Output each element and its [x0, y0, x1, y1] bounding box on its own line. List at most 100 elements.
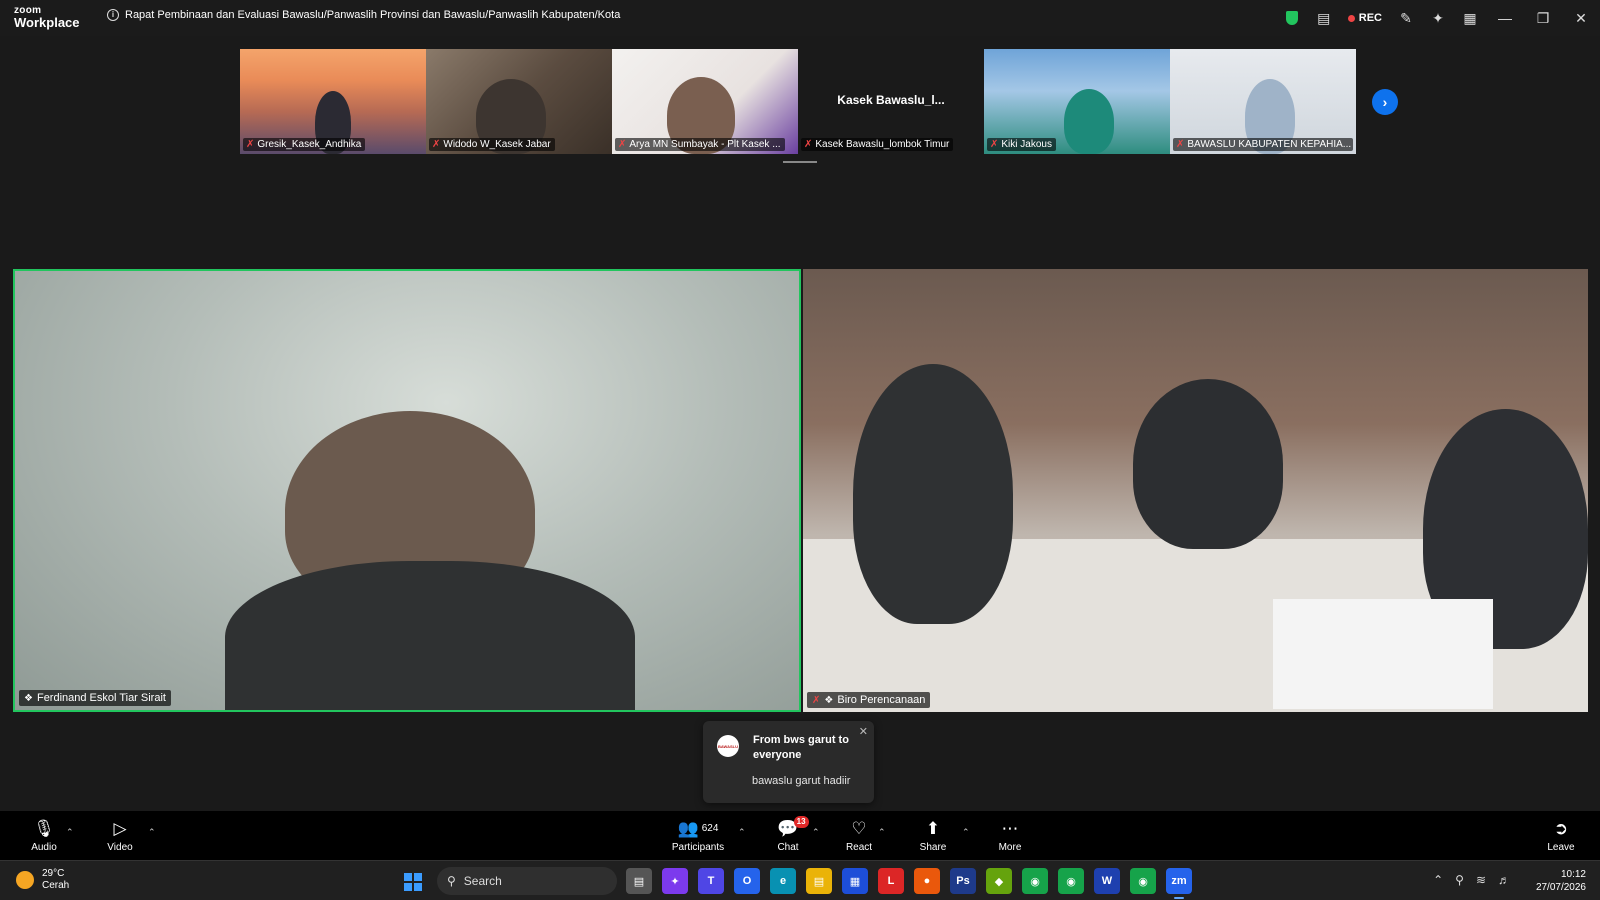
participant-tile[interactable]: ✗ Gresik_Kasek_Andhika: [240, 49, 426, 154]
pin-icon: ❖: [24, 692, 33, 704]
mic-off-icon: ✗: [804, 139, 813, 150]
participant-tile[interactable]: ✗ Widodo W_Kasek Jabar: [426, 49, 612, 154]
audio-button[interactable]: 🎙 Audio: [28, 811, 60, 860]
participant-tile[interactable]: ✗ BAWASLU KABUPATEN KEPAHIA...: [1170, 49, 1356, 154]
network-icon[interactable]: ⚲: [1455, 873, 1464, 887]
file-explorer-icon[interactable]: ▤: [806, 868, 832, 894]
mic-muted-icon: 🎙: [33, 818, 55, 838]
desk-calendar: [1273, 599, 1493, 709]
logo-workplace-text: Workplace: [14, 15, 80, 30]
main-video-tile[interactable]: ✗ ❖ Biro Perencanaan: [803, 269, 1588, 712]
windows-start-icon[interactable]: [404, 873, 422, 891]
chat-notification[interactable]: BAWASLU From bws garut to everyone bawas…: [703, 721, 874, 803]
chat-unread-badge: 13: [793, 815, 809, 828]
sender-avatar: BAWASLU: [717, 735, 739, 757]
mic-off-icon: ✗: [990, 139, 999, 150]
participant-name-tag: ✗ BAWASLU KABUPATEN KEPAHIA...: [1173, 138, 1353, 151]
clock-time: 10:12: [1560, 869, 1586, 880]
notes-icon[interactable]: ▤: [1308, 0, 1340, 36]
store-icon[interactable]: ▦: [842, 868, 868, 894]
participants-count: 624: [701, 823, 719, 834]
participant-tile[interactable]: ✗ Kiki Jakous: [984, 49, 1170, 154]
video-button[interactable]: ▷ Video: [104, 811, 136, 860]
info-icon[interactable]: i: [107, 9, 119, 21]
main-video-tile[interactable]: ❖ Ferdinand Eskol Tiar Sirait: [13, 269, 801, 712]
ai-companion-icon[interactable]: ✦: [1422, 0, 1454, 36]
app-layers-icon[interactable]: ◆: [986, 868, 1012, 894]
camera-icon: ▷: [113, 818, 127, 838]
sun-icon: [16, 871, 34, 889]
app-l-icon[interactable]: L: [878, 868, 904, 894]
video-name-tag: ✗ ❖ Biro Perencanaan: [807, 692, 931, 708]
participant-tile[interactable]: ✗ Arya MN Sumbayak - Plt Kasek ...: [612, 49, 798, 154]
heart-icon: ♡: [851, 818, 867, 838]
participant-tile[interactable]: Kasek Bawaslu_l... ✗ Kasek Bawaslu_lombok…: [798, 49, 984, 154]
taskbar-search[interactable]: ⚲ Search: [437, 867, 617, 895]
video-off-name: Kasek Bawaslu_l...: [837, 93, 945, 107]
title-bar-controls: ▤ REC ✎ ✦ ▦ — ❐ ✕: [1276, 0, 1600, 36]
chevron-up-icon[interactable]: ⌃: [1433, 873, 1443, 887]
taskbar-clock[interactable]: 10:12 27/07/2026: [1536, 868, 1586, 894]
participant-name-tag: ✗ Kiki Jakous: [987, 138, 1056, 151]
toast-message: bawaslu garut hadiir: [752, 775, 851, 787]
photoshop-icon[interactable]: Ps: [950, 868, 976, 894]
rec-label: REC: [1358, 12, 1382, 24]
close-button[interactable]: ✕: [1562, 0, 1600, 36]
leave-button[interactable]: ➲ Leave: [1546, 811, 1576, 860]
video-options-chevron-icon[interactable]: ⌃: [148, 827, 156, 838]
audio-options-chevron-icon[interactable]: ⌃: [66, 827, 74, 838]
participant-name-tag: ✗ Arya MN Sumbayak - Plt Kasek ...: [615, 138, 785, 151]
annotate-icon[interactable]: ✎: [1390, 0, 1422, 36]
share-options-chevron-icon[interactable]: ⌃: [962, 827, 970, 838]
react-button[interactable]: ♡ React: [846, 811, 872, 860]
mic-off-icon: ✗: [1176, 139, 1185, 150]
chrome-icon[interactable]: ◉: [1022, 868, 1048, 894]
weather-widget[interactable]: 29°C Cerah: [16, 868, 69, 892]
chrome-profile-icon[interactable]: ◉: [1058, 868, 1084, 894]
weather-condition: Cerah: [42, 880, 70, 891]
restore-button[interactable]: ❐: [1524, 0, 1562, 36]
meeting-toolbar: 🎙 Audio ⌃ ▷ Video ⌃ 👥 624 Participants ⌃ …: [0, 811, 1600, 860]
firefox-icon[interactable]: ●: [914, 868, 940, 894]
security-shield-icon[interactable]: [1276, 0, 1308, 36]
filmstrip-page-indicator[interactable]: [783, 161, 817, 163]
volume-icon[interactable]: ♬: [1498, 873, 1510, 887]
participant-video: [1064, 89, 1114, 154]
participant-name-tag: ✗ Widodo W_Kasek Jabar: [429, 138, 555, 151]
zoom-taskbar-icon[interactable]: zm: [1166, 868, 1192, 899]
close-icon[interactable]: ✕: [859, 725, 868, 738]
filmstrip-next-button[interactable]: ›: [1372, 89, 1398, 115]
share-screen-icon: ⬆: [925, 818, 941, 838]
outlook-icon[interactable]: O: [734, 868, 760, 894]
recording-indicator[interactable]: REC: [1340, 12, 1390, 24]
recording-dot-icon: [1347, 14, 1355, 22]
teams-icon[interactable]: T: [698, 868, 724, 894]
toast-sender: From bws garut to everyone: [753, 734, 849, 761]
edge-icon[interactable]: e: [770, 868, 796, 894]
chrome-alt-icon[interactable]: ◉: [1130, 868, 1156, 894]
participant-name-tag: ✗ Gresik_Kasek_Andhika: [243, 138, 366, 151]
mic-off-icon: ✗: [812, 694, 821, 706]
pin-icon: ❖: [824, 694, 834, 706]
react-options-chevron-icon[interactable]: ⌃: [878, 827, 886, 838]
word-icon[interactable]: W: [1094, 868, 1120, 894]
chat-button[interactable]: 💬 13 Chat: [776, 811, 809, 860]
view-grid-icon[interactable]: ▦: [1454, 0, 1486, 36]
meeting-title[interactable]: i Rapat Pembinaan dan Evaluasi Bawaslu/P…: [107, 9, 620, 21]
participants-button[interactable]: 👥 624 Participants: [668, 811, 728, 860]
more-button[interactable]: ⋯ More: [997, 811, 1023, 860]
chat-options-chevron-icon[interactable]: ⌃: [812, 827, 820, 838]
video-name-tag: ❖ Ferdinand Eskol Tiar Sirait: [19, 690, 171, 706]
leave-icon: ➲: [1553, 818, 1569, 838]
minimize-button[interactable]: —: [1486, 0, 1524, 36]
chat-icon: 💬 13: [777, 815, 809, 839]
person-center: [1133, 379, 1283, 549]
copilot-icon[interactable]: ✦: [662, 868, 688, 894]
zoom-logo: zoom Workplace: [14, 6, 80, 30]
weather-temp: 29°C: [42, 868, 65, 879]
wifi-icon[interactable]: ≋: [1476, 873, 1486, 887]
share-button[interactable]: ⬆ Share: [920, 811, 947, 860]
task-view-icon[interactable]: ▤: [626, 868, 652, 894]
clock-date: 27/07/2026: [1535, 882, 1586, 893]
participants-options-chevron-icon[interactable]: ⌃: [738, 827, 746, 838]
